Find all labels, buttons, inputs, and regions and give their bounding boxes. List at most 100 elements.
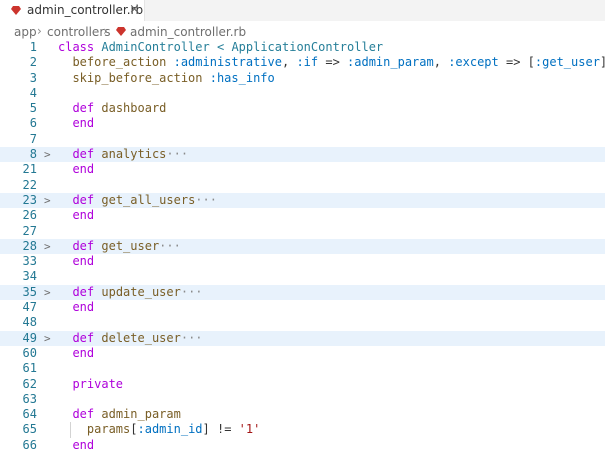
code-line[interactable]: 4	[0, 86, 605, 101]
line-number: 49	[22, 330, 37, 345]
line-number: 60	[22, 345, 37, 360]
code-editor[interactable]: 1 class AdminController < ApplicationCont…	[0, 40, 605, 453]
line-number: 35	[22, 284, 37, 299]
code-text: def delete_user···	[58, 330, 203, 346]
code-token: ] !=	[202, 422, 239, 437]
code-line[interactable]: 65 params[:admin_id] != '1'	[0, 422, 605, 438]
line-number: 23	[22, 192, 37, 207]
code-text: end	[58, 254, 94, 269]
code-token: :administrative	[173, 55, 282, 70]
code-token: =>	[318, 55, 348, 70]
code-text: end	[58, 346, 94, 361]
code-text: params[:admin_id] != '1'	[58, 422, 260, 437]
breadcrumb-item-file[interactable]: admin_controller.rb	[130, 25, 246, 40]
code-line[interactable]: 23 > def get_all_users···	[0, 192, 605, 209]
line-number: 47	[22, 300, 37, 315]
code-token: ]	[600, 55, 605, 69]
code-text: def get_all_users···	[58, 193, 217, 208]
line-number: 6	[29, 116, 37, 131]
code-token: :has_info	[209, 70, 275, 85]
code-text: end	[58, 300, 94, 315]
line-number: 61	[22, 361, 37, 376]
code-line[interactable]: 22	[0, 178, 605, 193]
code-token: ···	[159, 238, 181, 253]
fold-chevron-icon[interactable]: >	[44, 285, 51, 300]
code-token: ···	[180, 284, 203, 299]
code-line[interactable]: 33 end	[0, 254, 605, 269]
code-token: end	[72, 437, 95, 452]
code-line[interactable]: 60 end	[0, 346, 605, 361]
fold-chevron-icon[interactable]: >	[44, 193, 51, 208]
breadcrumb-item-controllers[interactable]: controllers	[47, 25, 111, 40]
code-text: def analytics···	[58, 147, 188, 162]
indent-guide	[70, 422, 71, 438]
line-number: 34	[22, 269, 37, 284]
close-icon[interactable]: ×	[129, 2, 140, 18]
code-token: def	[72, 101, 95, 116]
code-token: ,	[281, 55, 297, 70]
code-line[interactable]: 64 def admin_param	[0, 407, 605, 422]
line-number: 4	[29, 85, 37, 100]
line-number: 8	[29, 147, 37, 162]
code-token: def	[72, 147, 95, 162]
code-token: end	[72, 162, 95, 177]
code-line[interactable]: 47 end	[0, 300, 605, 315]
code-token: admin_param	[101, 407, 181, 422]
code-token: ···	[180, 330, 203, 345]
code-token: skip_before_action	[72, 70, 203, 85]
code-token: :admin_param	[347, 55, 434, 70]
code-line[interactable]: 48	[0, 315, 605, 330]
code-token: dashboard	[101, 101, 167, 116]
code-text: skip_before_action :has_info	[58, 70, 275, 86]
fold-chevron-icon[interactable]: >	[44, 147, 51, 162]
code-line[interactable]: 21 end	[0, 162, 605, 177]
code-text: def get_user···	[58, 238, 181, 254]
code-line[interactable]: 34	[0, 269, 605, 284]
code-line[interactable]: 26 end	[0, 208, 605, 223]
breadcrumb-item-app[interactable]: app	[14, 25, 37, 40]
code-line[interactable]: 8 > def analytics···	[0, 147, 605, 163]
code-line[interactable]: 27	[0, 224, 605, 239]
code-text: def dashboard	[58, 101, 166, 116]
line-number: 7	[29, 131, 37, 146]
code-line[interactable]: 5 def dashboard	[0, 101, 605, 116]
code-token: end	[72, 254, 95, 269]
code-token: def	[72, 330, 95, 345]
code-line[interactable]: 2 before_action :administrative, :if => …	[0, 55, 605, 70]
code-line[interactable]: 61	[0, 361, 605, 376]
code-line[interactable]: 3 skip_before_action :has_info	[0, 71, 605, 86]
chevron-right-icon: ›	[37, 24, 42, 38]
code-token: ApplicationController	[231, 40, 384, 54]
line-number: 5	[29, 101, 37, 116]
code-line[interactable]: 62 private	[0, 377, 605, 392]
line-number: 22	[22, 177, 37, 192]
code-line[interactable]: 6 end	[0, 116, 605, 131]
code-line[interactable]: 28 > def get_user···	[0, 238, 605, 255]
code-line[interactable]: 1 class AdminController < ApplicationCont…	[0, 40, 605, 55]
fold-chevron-icon[interactable]: >	[44, 239, 51, 254]
code-token: ···	[195, 192, 217, 207]
code-line[interactable]: 49 > def delete_user···	[0, 330, 605, 346]
code-token: def	[72, 284, 95, 299]
code-token: update_user	[101, 284, 181, 299]
code-token: :if	[296, 55, 319, 70]
code-line[interactable]: 35 > def update_user···	[0, 284, 605, 301]
code-token: private	[72, 376, 124, 391]
tab-bar: admin_controller.rb ×	[0, 0, 605, 21]
tab-label: admin_controller.rb	[27, 3, 144, 17]
code-text: before_action :administrative, :if => :a…	[58, 55, 605, 70]
code-text: end	[58, 116, 94, 131]
tab-admin-controller[interactable]: admin_controller.rb ×	[0, 0, 145, 21]
fold-chevron-icon[interactable]: >	[44, 331, 51, 346]
code-line[interactable]: 7	[0, 132, 605, 147]
line-number: 2	[29, 55, 37, 70]
code-line[interactable]: 63	[0, 392, 605, 407]
code-text: def admin_param	[58, 407, 181, 422]
